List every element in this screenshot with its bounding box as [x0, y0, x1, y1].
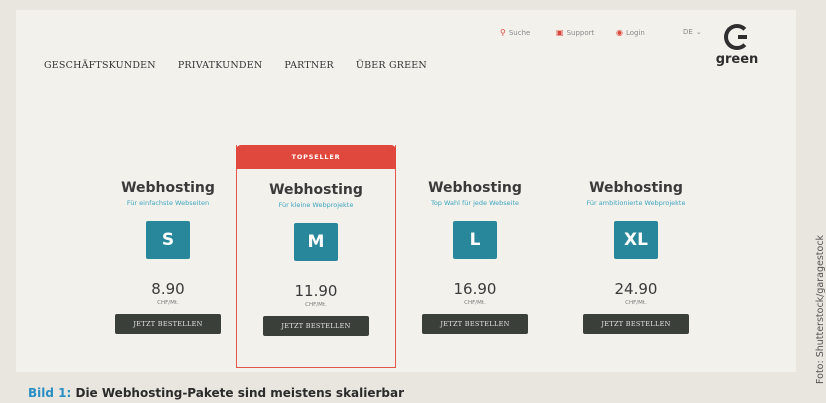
figure-caption: Bild 1: Die Webhosting-Pakete sind meist…	[28, 386, 404, 400]
plan-subtitle: Für ambitionierte Webprojekte	[586, 199, 686, 207]
logo-mark-icon	[724, 24, 750, 50]
order-button[interactable]: JETZT BESTELLEN	[263, 316, 369, 336]
logo-text: green	[715, 52, 759, 67]
main-nav: GESCHÄFTSKUNDEN PRIVATKUNDEN PARTNER ÜBE…	[44, 60, 427, 71]
plan-subtitle: Top Wahl für jede Webseite	[430, 199, 520, 207]
search-link[interactable]: ⚲ Suche	[500, 28, 530, 37]
login-label: Login	[625, 28, 645, 37]
support-label: Support	[566, 28, 595, 37]
nav-about[interactable]: ÜBER GREEN	[356, 60, 427, 71]
logo[interactable]: green	[712, 24, 762, 67]
plan-currency: CHF/Mt.	[157, 300, 179, 306]
plan-size-badge: XL	[614, 221, 658, 259]
plan-card-l: Webhosting Top Wahl für jede Webseite L …	[396, 180, 554, 334]
plan-currency: CHF/Mt.	[625, 300, 647, 306]
photo-credit: Foto: Shutterstock/garagestock	[815, 234, 826, 384]
topseller-badge: TOPSELLER	[236, 145, 396, 169]
nav-partner[interactable]: PARTNER	[284, 60, 334, 71]
plan-size-badge: L	[453, 221, 497, 259]
login-link[interactable]: ◉ Login	[616, 28, 645, 37]
order-button[interactable]: JETZT BESTELLEN	[422, 314, 528, 334]
caption-text: Die Webhosting-Pakete sind meistens skal…	[75, 386, 405, 400]
plan-card-xl: Webhosting Für ambitionierte Webprojekte…	[557, 180, 715, 334]
plan-card-m: TOPSELLER Webhosting Für kleine Webproje…	[236, 145, 396, 368]
plan-size-badge: S	[146, 221, 190, 259]
plan-price: 16.90	[453, 280, 497, 298]
plan-price: 8.90	[151, 280, 185, 298]
plan-price: 11.90	[294, 282, 338, 300]
plan-price: 24.90	[614, 280, 658, 298]
order-button[interactable]: JETZT BESTELLEN	[115, 314, 221, 334]
search-label: Suche	[508, 28, 531, 37]
login-icon: ◉	[616, 28, 623, 37]
support-link[interactable]: ▣ Support	[556, 28, 594, 37]
plan-name: Webhosting	[428, 180, 522, 196]
nav-private[interactable]: PRIVATKUNDEN	[178, 60, 263, 71]
plan-size-badge: M	[294, 223, 338, 261]
plan-name: Webhosting	[269, 182, 363, 198]
figure-number: Bild 1:	[28, 386, 72, 400]
plan-currency: CHF/Mt.	[305, 302, 327, 308]
plan-subtitle: Für einfachste Webseiten	[126, 199, 210, 207]
language-label: DE	[683, 28, 693, 36]
nav-business[interactable]: GESCHÄFTSKUNDEN	[44, 60, 156, 71]
order-button[interactable]: JETZT BESTELLEN	[583, 314, 689, 334]
chevron-down-icon: ⌄	[695, 28, 702, 36]
language-selector[interactable]: DE ⌄	[683, 28, 702, 36]
plan-card-s: Webhosting Für einfachste Webseiten S 8.…	[89, 180, 247, 334]
support-icon: ▣	[556, 28, 564, 37]
plan-name: Webhosting	[589, 180, 683, 196]
search-icon: ⚲	[500, 28, 506, 37]
plan-name: Webhosting	[121, 180, 215, 196]
plan-subtitle: Für kleine Webprojekte	[278, 201, 354, 209]
plan-currency: CHF/Mt.	[464, 300, 486, 306]
